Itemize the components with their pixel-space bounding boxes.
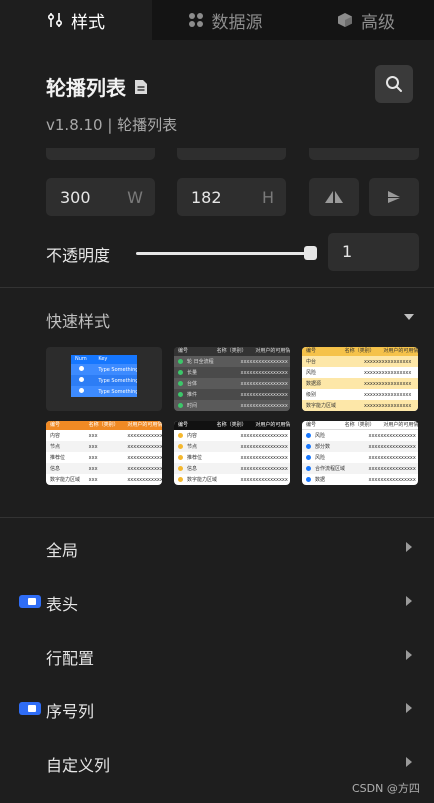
menu-item-header[interactable]: 表头 <box>46 591 78 615</box>
index-column-toggle[interactable] <box>19 702 41 715</box>
tab-datasource-label: 数据源 <box>211 12 263 33</box>
component-version: v1.8.10 | 轮播列表 <box>46 116 178 134</box>
menu-item-row-config[interactable]: 行配置 <box>46 645 94 669</box>
search-icon <box>386 76 402 92</box>
header-toggle[interactable] <box>19 595 41 608</box>
rotation-input[interactable] <box>309 148 419 160</box>
opacity-input[interactable]: 1 <box>328 233 419 271</box>
flip-horizontal-icon <box>325 191 343 203</box>
collapse-caret-icon[interactable] <box>404 314 414 320</box>
width-input[interactable]: 300 W <box>46 178 155 216</box>
position-y-input[interactable] <box>177 148 286 160</box>
search-button[interactable] <box>375 65 413 103</box>
flip-vertical-icon <box>388 191 400 203</box>
tab-advanced-label: 高级 <box>361 12 395 33</box>
flip-horizontal-button[interactable] <box>309 178 359 216</box>
watermark: CSDN @方四 <box>352 782 420 795</box>
chevron-right-icon[interactable] <box>406 596 412 606</box>
quick-style-title: 快速样式 <box>46 312 111 331</box>
tab-style[interactable]: 样式 <box>0 0 152 40</box>
width-value: 300 <box>60 187 91 207</box>
chevron-right-icon[interactable] <box>406 650 412 660</box>
divider <box>0 517 434 518</box>
quick-style-thumb-3[interactable]: 编号 名称（类别） 对用户的可用情况 中台xxxxxxxxxxxxxxxx 风险… <box>302 347 418 411</box>
component-title: 轮播列表 <box>46 72 148 101</box>
chevron-right-icon[interactable] <box>406 703 412 713</box>
menu-item-custom-column[interactable]: 自定义列 <box>46 752 110 776</box>
menu-item-global[interactable]: 全局 <box>46 537 78 561</box>
component-title-text: 轮播列表 <box>46 76 126 100</box>
sliders-icon <box>47 13 63 27</box>
tab-bar: 样式 数据源 高级 <box>0 0 434 40</box>
divider <box>0 287 434 288</box>
width-unit: W <box>127 187 143 207</box>
height-unit: H <box>261 187 274 207</box>
opacity-slider-track[interactable] <box>136 252 311 255</box>
chevron-right-icon[interactable] <box>406 542 412 552</box>
height-value: 182 <box>191 187 222 207</box>
opacity-slider-handle[interactable] <box>304 246 317 260</box>
tab-style-label: 样式 <box>71 12 105 33</box>
height-input[interactable]: 182 H <box>177 178 286 216</box>
opacity-label: 不透明度 <box>46 246 111 265</box>
flip-vertical-button[interactable] <box>369 178 419 216</box>
quick-style-thumb-5[interactable]: 编号 名称（类别） 对用户的可用情况 内容xxxxxxxxxxxxxxxx 节点… <box>174 421 290 485</box>
quick-style-thumb-4[interactable]: 编号 名称（类别） 对用户的可用情况 内容xxxxxxxxxxxxxxxxxxx… <box>46 421 162 485</box>
quick-style-thumb-1[interactable]: Num Key Type Something Type Something Ty… <box>46 347 162 411</box>
cube-icon <box>338 13 352 27</box>
menu-item-index-column[interactable]: 序号列 <box>46 698 94 722</box>
tab-datasource[interactable]: 数据源 <box>152 0 298 40</box>
document-icon[interactable] <box>134 79 148 95</box>
quick-style-thumb-2[interactable]: 编号 名称（类别） 对用户的可用情况 轮 日全流程xxxxxxxxxxxxxxx… <box>174 347 290 411</box>
dots-grid-icon <box>188 13 203 27</box>
chevron-right-icon[interactable] <box>406 757 412 767</box>
quick-style-thumb-6[interactable]: 编号 名称（类别） 对用户的可用情况 风险xxxxxxxxxxxxxxxx 部分… <box>302 421 418 485</box>
tab-advanced[interactable]: 高级 <box>298 0 434 40</box>
position-x-input[interactable] <box>46 148 155 160</box>
